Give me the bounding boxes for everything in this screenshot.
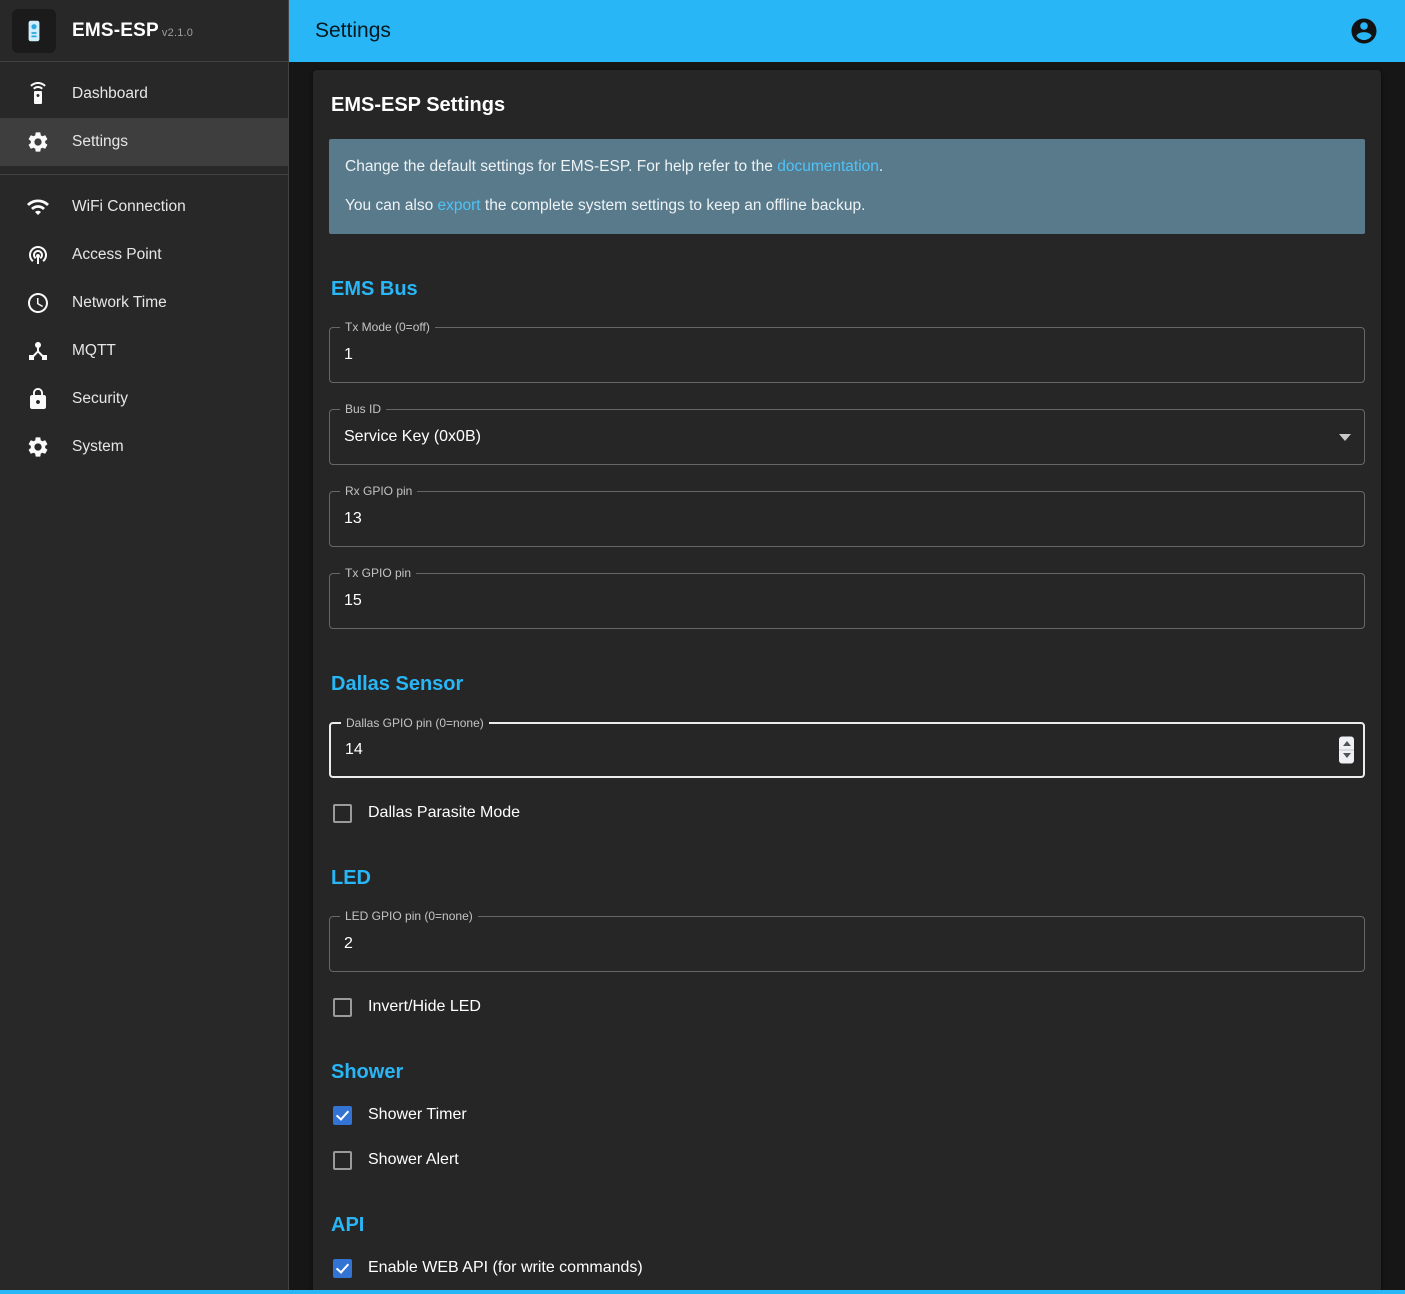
invert-led-label: Invert/Hide LED xyxy=(368,998,481,1016)
section-heading-api: API xyxy=(331,1214,1363,1237)
settings-remote-icon xyxy=(26,82,50,106)
rx-gpio-input[interactable] xyxy=(330,492,1364,546)
section-heading-ems-bus: EMS Bus xyxy=(331,278,1363,301)
shower-timer-row[interactable]: Shower Timer xyxy=(333,1106,467,1125)
boiler-device-icon xyxy=(21,18,47,44)
tx-mode-field: Tx Mode (0=off) xyxy=(329,327,1365,383)
gear-icon xyxy=(26,435,50,459)
tx-mode-input[interactable] xyxy=(330,328,1364,382)
device-hub-icon xyxy=(26,339,50,363)
sidebar-nav: Dashboard Settings WiFi Connection Acces… xyxy=(0,62,288,471)
sidebar-item-mqtt[interactable]: MQTT xyxy=(0,327,288,375)
sidebar-item-label: Access Point xyxy=(72,246,162,264)
dallas-gpio-label: Dallas GPIO pin (0=none) xyxy=(341,715,489,731)
app-version: v2.1.0 xyxy=(162,27,193,39)
info-box: Change the default settings for EMS-ESP.… xyxy=(329,139,1365,234)
sidebar-item-access-point[interactable]: Access Point xyxy=(0,231,288,279)
account-circle-icon[interactable] xyxy=(1349,16,1379,46)
sidebar-header: EMS-ESPv2.1.0 xyxy=(0,0,288,62)
info-line-1: Change the default settings for EMS-ESP.… xyxy=(345,155,1349,178)
section-heading-shower: Shower xyxy=(331,1061,1363,1084)
sidebar-item-label: MQTT xyxy=(72,342,116,360)
bus-id-select[interactable]: Bus ID Service Key (0x0B) xyxy=(329,409,1365,465)
led-gpio-input[interactable] xyxy=(330,917,1364,971)
sidebar-item-label: Security xyxy=(72,390,128,408)
shower-alert-row[interactable]: Shower Alert xyxy=(333,1151,459,1170)
sidebar-item-wifi-connection[interactable]: WiFi Connection xyxy=(0,183,288,231)
spinner-up-icon[interactable] xyxy=(1339,736,1354,750)
enable-web-api-checkbox[interactable] xyxy=(333,1259,352,1278)
chevron-down-icon xyxy=(1339,434,1351,441)
info-text: Change the default settings for EMS-ESP.… xyxy=(345,158,777,175)
info-text: the complete system settings to keep an … xyxy=(481,197,866,214)
dallas-parasite-label: Dallas Parasite Mode xyxy=(368,804,520,822)
wifi-tethering-icon xyxy=(26,243,50,267)
page-title: EMS-ESP Settings xyxy=(331,94,1363,117)
gear-icon xyxy=(26,130,50,154)
appbar: Settings xyxy=(289,0,1405,62)
sidebar-item-system[interactable]: System xyxy=(0,423,288,471)
shower-timer-checkbox[interactable] xyxy=(333,1106,352,1125)
sidebar-item-dashboard[interactable]: Dashboard xyxy=(0,70,288,118)
sidebar-item-label: System xyxy=(72,438,124,456)
led-gpio-label: LED GPIO pin (0=none) xyxy=(340,908,478,924)
rx-gpio-field: Rx GPIO pin xyxy=(329,491,1365,547)
sidebar: EMS-ESPv2.1.0 Dashboard Settings WiFi Co… xyxy=(0,0,289,1294)
tx-gpio-field: Tx GPIO pin xyxy=(329,573,1365,629)
sidebar-item-label: Dashboard xyxy=(72,85,148,103)
clock-icon xyxy=(26,291,50,315)
export-link[interactable]: export xyxy=(438,197,481,214)
enable-web-api-row[interactable]: Enable WEB API (for write commands) xyxy=(333,1259,643,1278)
dallas-gpio-field: Dallas GPIO pin (0=none) xyxy=(329,722,1365,778)
main-column: Settings EMS-ESP Settings Change the def… xyxy=(289,0,1405,1294)
sidebar-item-label: WiFi Connection xyxy=(72,198,186,216)
sidebar-item-label: Network Time xyxy=(72,294,167,312)
documentation-link[interactable]: documentation xyxy=(777,158,879,175)
sidebar-item-label: Settings xyxy=(72,133,128,151)
dallas-parasite-row[interactable]: Dallas Parasite Mode xyxy=(333,804,520,823)
dallas-gpio-input[interactable] xyxy=(331,724,1363,776)
info-text: . xyxy=(879,158,883,175)
app-logo xyxy=(12,9,56,53)
tx-gpio-input[interactable] xyxy=(330,574,1364,628)
sidebar-divider xyxy=(0,174,288,175)
shower-alert-label: Shower Alert xyxy=(368,1151,459,1169)
tx-mode-label: Tx Mode (0=off) xyxy=(340,319,435,335)
section-heading-dallas-sensor: Dallas Sensor xyxy=(331,673,1363,696)
sidebar-item-network-time[interactable]: Network Time xyxy=(0,279,288,327)
shower-alert-checkbox[interactable] xyxy=(333,1151,352,1170)
tx-gpio-label: Tx GPIO pin xyxy=(340,565,416,581)
content-area: EMS-ESP Settings Change the default sett… xyxy=(289,62,1405,1294)
appbar-title: Settings xyxy=(315,19,391,43)
sidebar-item-security[interactable]: Security xyxy=(0,375,288,423)
spinner-down-icon[interactable] xyxy=(1339,750,1354,763)
led-gpio-field: LED GPIO pin (0=none) xyxy=(329,916,1365,972)
sidebar-item-settings[interactable]: Settings xyxy=(0,118,288,166)
bus-id-label: Bus ID xyxy=(340,401,386,417)
info-text: You can also xyxy=(345,197,438,214)
wifi-icon xyxy=(26,195,50,219)
invert-led-row[interactable]: Invert/Hide LED xyxy=(333,998,481,1017)
bus-id-value: Service Key (0x0B) xyxy=(330,410,1364,464)
rx-gpio-label: Rx GPIO pin xyxy=(340,483,417,499)
info-line-2: You can also export the complete system … xyxy=(345,194,1349,217)
section-heading-led: LED xyxy=(331,867,1363,890)
app-name: EMS-ESP xyxy=(72,20,159,41)
lock-icon xyxy=(26,387,50,411)
app-root: EMS-ESPv2.1.0 Dashboard Settings WiFi Co… xyxy=(0,0,1405,1294)
app-title: EMS-ESPv2.1.0 xyxy=(72,20,193,42)
enable-web-api-label: Enable WEB API (for write commands) xyxy=(368,1259,643,1277)
shower-timer-label: Shower Timer xyxy=(368,1106,467,1124)
invert-led-checkbox[interactable] xyxy=(333,998,352,1017)
settings-card: EMS-ESP Settings Change the default sett… xyxy=(313,70,1381,1294)
bottom-accent-strip xyxy=(0,1290,1405,1294)
number-spinner[interactable] xyxy=(1339,736,1354,763)
dallas-parasite-checkbox[interactable] xyxy=(333,804,352,823)
